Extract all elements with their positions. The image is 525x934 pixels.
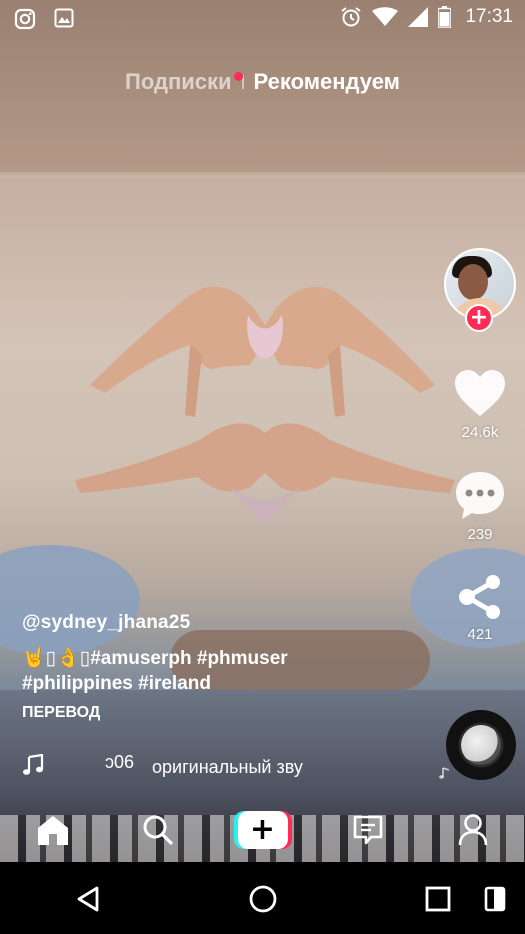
system-home[interactable] [175, 864, 350, 934]
music-disc[interactable] [446, 710, 516, 780]
tab-for-you[interactable]: Рекомендуем [254, 69, 400, 95]
share-button[interactable]: 421 [440, 574, 520, 643]
video-description: 🤘▯👌▯#amuserph #phmuser #philippines #ire… [22, 646, 422, 696]
avatar-face [458, 264, 488, 300]
nav-profile[interactable] [420, 796, 525, 864]
recents-icon [425, 886, 450, 912]
wifi-icon [372, 7, 399, 26]
hashtags-line-1[interactable]: #amuserph #phmuser [90, 648, 287, 669]
search-icon [143, 815, 173, 845]
status-bar: 17:31 [0, 0, 525, 38]
translate-button[interactable]: ПЕРЕВОД [22, 704, 422, 722]
tab-following-label: Подписки [125, 69, 232, 94]
share-icon [459, 575, 500, 619]
image-icon [54, 8, 74, 28]
hands-image [75, 286, 455, 525]
nav-inbox[interactable] [315, 796, 420, 864]
caption-emoji: 🤘▯👌▯ [22, 648, 91, 669]
comment-count: 239 [467, 526, 493, 543]
inbox-icon [353, 815, 382, 845]
heart-icon [455, 370, 505, 416]
system-side-button[interactable] [484, 886, 506, 916]
nav-create[interactable]: + [210, 796, 315, 864]
split-screen-icon [484, 886, 506, 912]
music-title: оригинальный зву [152, 757, 303, 777]
creator-avatar[interactable]: + [444, 248, 516, 332]
follow-button[interactable]: + [465, 304, 493, 332]
instagram-icon [14, 8, 36, 30]
bottom-navigation: + [0, 796, 525, 864]
like-button[interactable]: 24.6k [440, 368, 520, 441]
comment-icon [456, 472, 504, 519]
feed-tabs: Подписки Рекомендуем [0, 64, 525, 100]
nav-discover[interactable] [105, 796, 210, 864]
like-count: 24.6k [461, 424, 499, 441]
music-info[interactable]: ɔ06 оригинальный зву [22, 752, 322, 778]
battery-icon [438, 6, 452, 28]
home-icon [37, 816, 68, 845]
system-back[interactable] [0, 864, 175, 934]
signal-icon [408, 7, 429, 27]
disc-cover [461, 725, 501, 765]
floating-note-icon [439, 767, 450, 779]
notification-dot [233, 72, 243, 81]
alarm-icon [341, 7, 362, 27]
hashtags-line-2[interactable]: #philippines #ireland [22, 673, 211, 694]
status-time: 17:31 [465, 6, 513, 27]
music-title-marquee: ɔ06 оригинальный зву [58, 752, 308, 778]
tab-for-you-label: Рекомендуем [253, 69, 400, 94]
music-fragment: ɔ06 [104, 752, 134, 772]
plus-icon: + [237, 811, 288, 849]
video-caption: @sydney_jhana25 🤘▯👌▯#amuserph #phmuser #… [22, 612, 422, 722]
system-navigation-bar [0, 864, 525, 934]
creator-username[interactable]: @sydney_jhana25 [22, 612, 422, 634]
share-count: 421 [467, 626, 493, 643]
home-circle-icon [249, 885, 276, 913]
music-note-icon [23, 754, 44, 775]
back-icon [77, 886, 98, 912]
create-button[interactable]: + [233, 811, 292, 849]
nav-home[interactable] [0, 796, 105, 864]
comment-button[interactable]: 239 [440, 470, 520, 543]
tab-following[interactable]: Подписки [125, 69, 243, 95]
video-ceiling-line [0, 172, 525, 178]
profile-icon [458, 814, 487, 846]
